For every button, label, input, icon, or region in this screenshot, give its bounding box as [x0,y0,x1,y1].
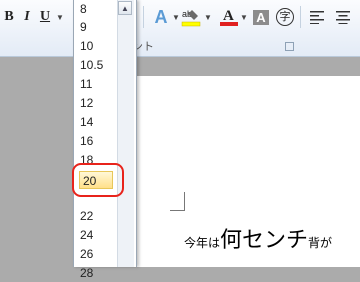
font-size-option[interactable]: 12 [80,94,93,112]
document-text[interactable]: 今年は何センチ背が [184,222,332,254]
align-center-button[interactable] [334,6,352,28]
underline-dropdown-icon[interactable]: ▼ [56,13,64,22]
italic-button[interactable]: I [20,6,34,28]
font-size-option[interactable]: 24 [80,226,93,244]
ribbon-separator [300,6,301,28]
text-effect-button[interactable]: A [150,6,172,28]
dropdown-scrollbar[interactable] [117,0,134,267]
document-text-tail: 背が [308,236,333,250]
selection-highlight-circle [72,163,124,197]
ribbon-separator [143,6,144,28]
underline-button[interactable]: U [38,6,52,28]
font-size-option[interactable]: 8 [80,0,87,18]
font-size-option[interactable]: 26 [80,245,93,263]
scroll-up-button[interactable]: ▲ [118,1,132,15]
font-color-icon: A [220,8,238,26]
font-color-button[interactable]: A [218,6,240,28]
ribbon: B I U ▼ A ▼ ab ▼ A ▼ A 字 ント [0,0,360,57]
align-center-icon [336,11,350,24]
font-size-option[interactable]: 10 [80,37,93,55]
font-size-option[interactable]: 10.5 [80,56,103,74]
enclosed-character-button[interactable]: 字 [276,6,294,28]
character-shading-button[interactable]: A [252,6,270,28]
margin-corner-mark [170,192,185,211]
bold-button[interactable]: B [2,6,16,28]
font-color-letter: A [223,8,234,24]
highlight-button[interactable]: ab [180,6,202,28]
font-size-option[interactable]: 22 [80,207,93,225]
font-color-dropdown-icon[interactable]: ▼ [240,13,248,22]
enclosed-character-icon: 字 [276,8,294,26]
highlighter-icon: ab [181,9,201,27]
text-effect-dropdown-icon[interactable]: ▼ [172,13,180,22]
document-text-small: 今年は [184,236,221,250]
highlight-dropdown-icon[interactable]: ▼ [204,13,212,22]
align-left-icon [310,11,324,24]
font-size-option[interactable]: 14 [80,113,93,131]
document-text-large: 何センチ [220,228,309,253]
font-size-option[interactable]: 9 [80,18,87,36]
align-left-button[interactable] [308,6,326,28]
dialog-launcher-icon[interactable] [285,42,294,51]
character-shading-icon: A [253,9,269,25]
font-size-option[interactable]: 16 [80,132,93,150]
font-size-option[interactable]: 11 [80,75,92,93]
